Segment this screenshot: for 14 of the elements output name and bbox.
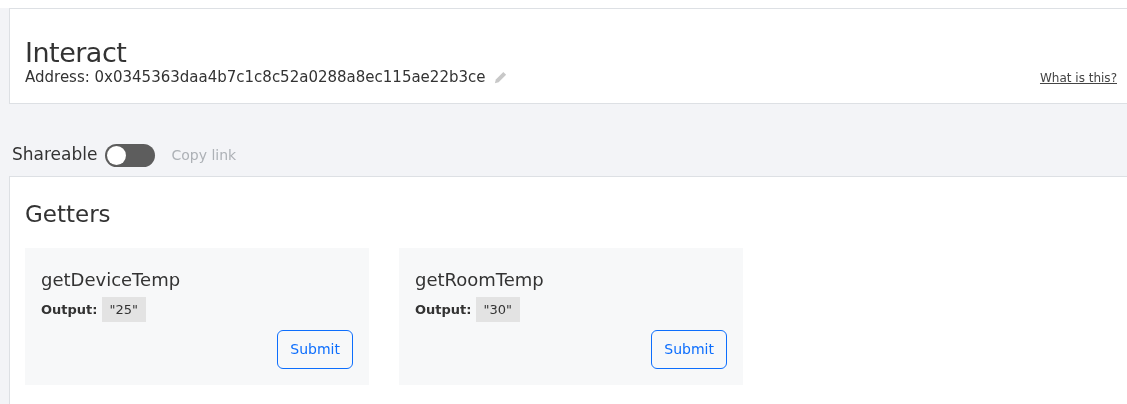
shareable-label: Shareable	[12, 143, 98, 167]
output-value: "30"	[475, 296, 520, 322]
contract-address: Address: 0x0345363daa4b7c1c8c52a0288a8ec115ae22b3ce	[25, 67, 486, 87]
help-link[interactable]: What is this?	[1040, 69, 1117, 87]
function-name: getDeviceTemp	[41, 267, 182, 292]
output-label: Output:	[41, 300, 98, 319]
output-label: Output:	[415, 300, 472, 319]
shareable-toggle[interactable]	[105, 143, 156, 167]
submit-button[interactable]: Submit	[651, 329, 727, 369]
output-value: "25"	[101, 296, 146, 322]
function-name: getRoomTemp	[415, 267, 545, 292]
page-title: Interact	[25, 37, 128, 68]
section-title: Getters	[25, 200, 112, 229]
submit-button[interactable]: Submit	[277, 329, 353, 369]
